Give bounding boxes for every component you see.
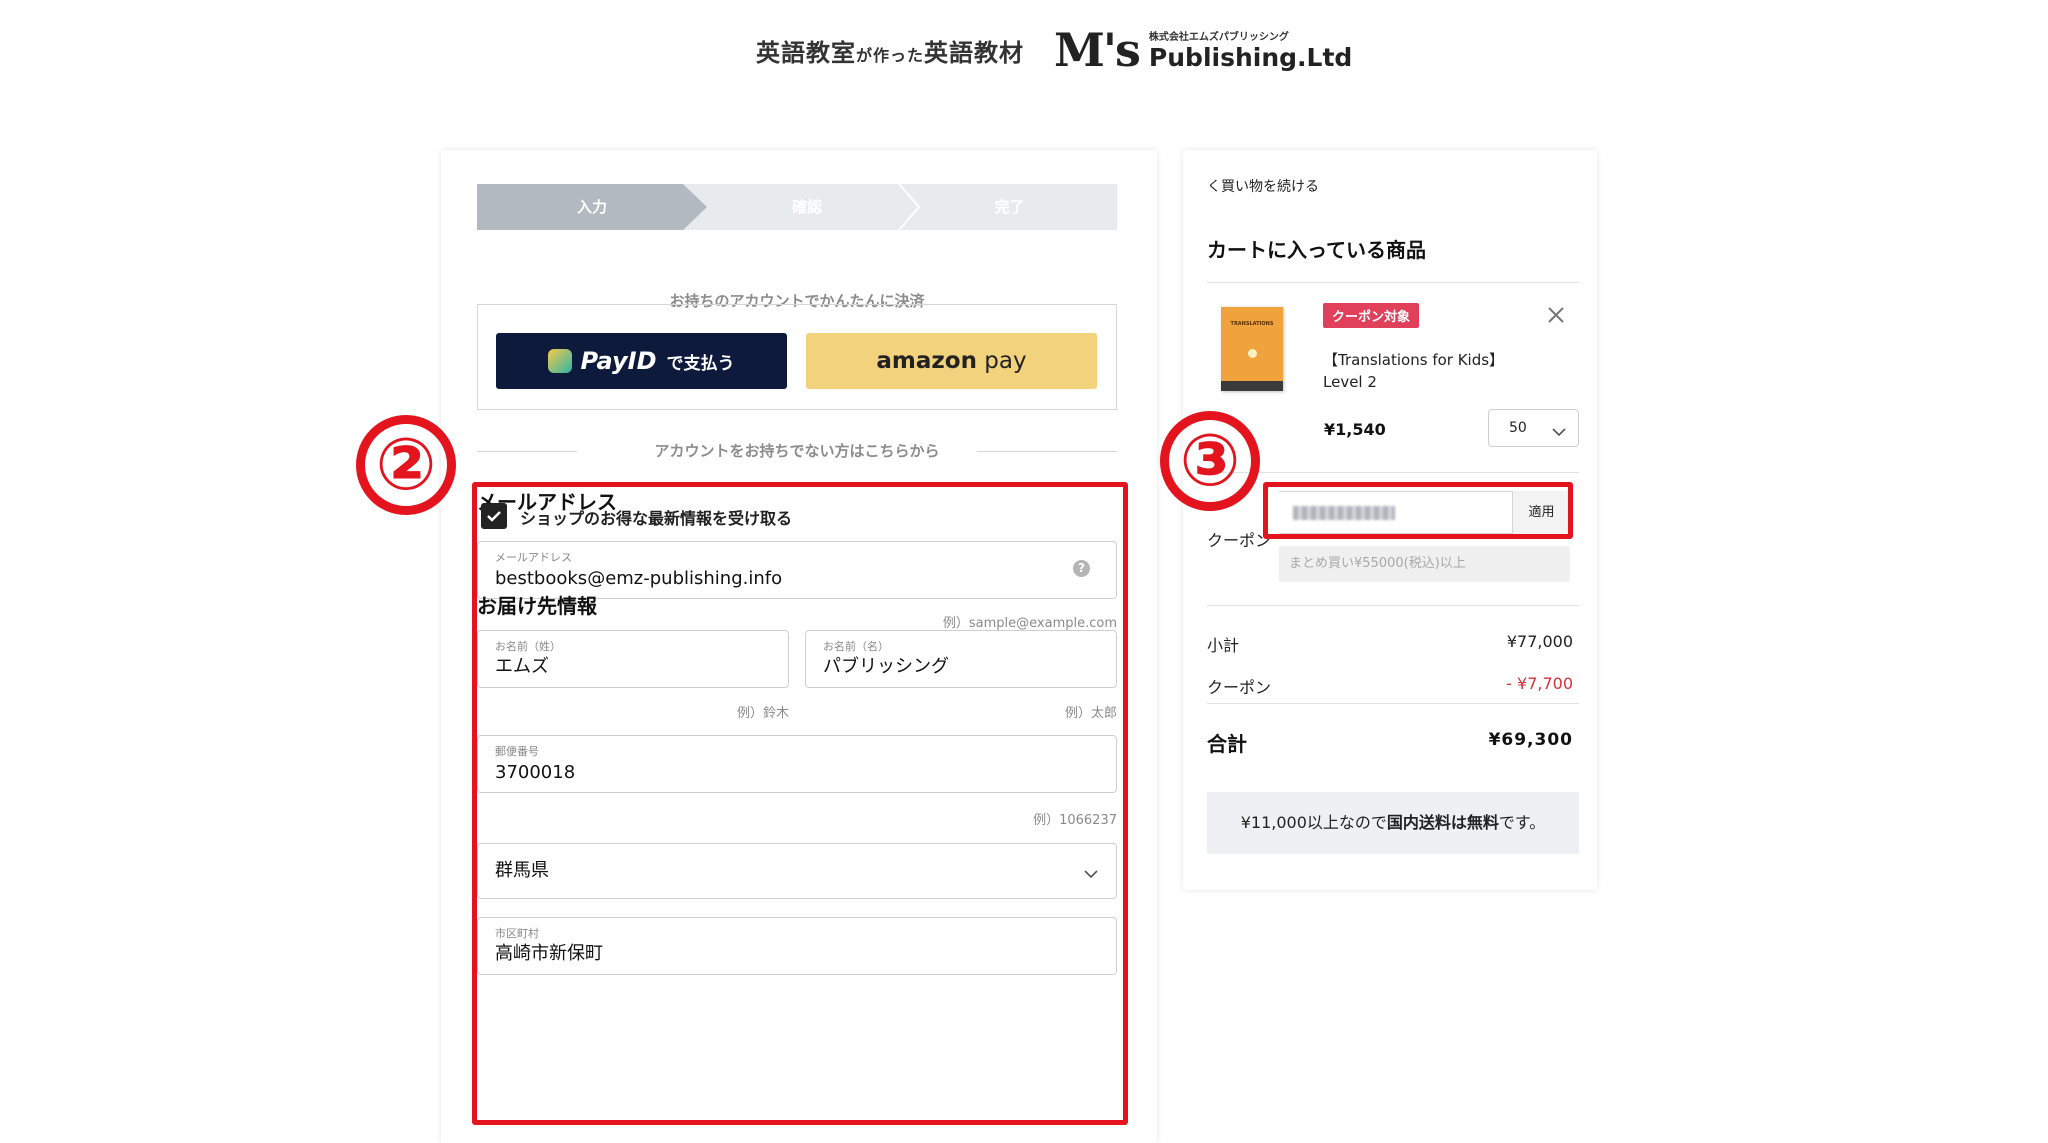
step-confirm: 確認 bbox=[791, 198, 822, 216]
total-value: ¥69,300 bbox=[1488, 730, 1573, 750]
payid-logo-icon bbox=[548, 349, 573, 373]
divider bbox=[1207, 605, 1579, 606]
no-account-heading: アカウントをお持ちでない方はこちらから bbox=[654, 442, 940, 460]
discount-value: - ¥7,700 bbox=[1506, 674, 1573, 693]
annotation-box-form bbox=[472, 482, 1128, 1125]
product-price: ¥1,540 bbox=[1324, 420, 1386, 439]
close-icon[interactable] bbox=[1547, 306, 1565, 328]
subtotal-label: 小計 bbox=[1207, 636, 1240, 655]
cover-band bbox=[1221, 381, 1283, 391]
coupon-condition: まとめ買い¥55000(税込)以上 bbox=[1279, 546, 1570, 582]
cart-title: カートに入っている商品 bbox=[1207, 238, 1426, 262]
amazon-brand-text: amazon bbox=[876, 348, 977, 374]
annotation-marker-3: ③ bbox=[1160, 411, 1260, 511]
total-label: 合計 bbox=[1207, 732, 1247, 756]
express-payment-box: PayID で支払う amazon pay bbox=[477, 304, 1117, 410]
divider bbox=[1207, 282, 1579, 283]
divider-line-right bbox=[977, 450, 1117, 452]
subtotal-value: ¥77,000 bbox=[1506, 632, 1573, 651]
checkout-stepper: 入力 確認 完了 bbox=[477, 184, 1117, 230]
publisher-name-block: 株式会社エムズパブリッシング Publishing.Ltd bbox=[1149, 28, 1352, 72]
divider bbox=[1207, 703, 1579, 704]
product-cover-image[interactable]: TRANSLATIONS bbox=[1221, 307, 1283, 391]
coupon-label: クーポン bbox=[1207, 531, 1272, 550]
product-cover-title: TRANSLATIONS bbox=[1230, 321, 1274, 327]
product-name[interactable]: 【Translations for Kids】 Level 2 bbox=[1323, 349, 1543, 393]
chevron-down-icon bbox=[1552, 422, 1566, 441]
payid-logo-text: PayID bbox=[580, 347, 657, 375]
step-input: 入力 bbox=[477, 184, 707, 230]
logo-tagline: 英語教室が作った英語教材 bbox=[756, 38, 1025, 67]
amazon-pay-button[interactable]: amazon pay bbox=[806, 333, 1097, 389]
divider bbox=[1207, 472, 1579, 473]
discount-label: クーポン bbox=[1207, 678, 1272, 697]
continue-shopping-link[interactable]: く買い物を続ける bbox=[1207, 176, 1319, 196]
logo-mark: M's bbox=[1054, 23, 1141, 77]
free-shipping-note: ¥11,000以上なので国内送料は無料です。 bbox=[1207, 792, 1579, 854]
no-account-divider: アカウントをお持ちでない方はこちらから bbox=[477, 440, 1117, 461]
coupon-eligible-badge: クーポン対象 bbox=[1323, 303, 1420, 328]
step-complete: 完了 bbox=[994, 198, 1025, 216]
publisher-name: Publishing.Ltd bbox=[1148, 43, 1353, 72]
divider-line-left bbox=[477, 450, 577, 452]
payid-button[interactable]: PayID で支払う bbox=[496, 333, 787, 389]
publisher-company-name: 株式会社エムズパブリッシング bbox=[1148, 32, 1289, 43]
payid-button-label: で支払う bbox=[666, 353, 735, 374]
quantity-value: 50 bbox=[1509, 420, 1527, 436]
amazon-pay-text: pay bbox=[984, 348, 1027, 374]
annotation-marker-2: ② bbox=[356, 415, 456, 515]
cover-illustration bbox=[1248, 349, 1257, 358]
annotation-box-coupon bbox=[1263, 482, 1573, 539]
site-logo[interactable]: 英語教室が作った英語教材 M's 株式会社エムズパブリッシング Publishi… bbox=[756, 22, 1352, 78]
quantity-select[interactable]: 50 bbox=[1488, 409, 1579, 447]
